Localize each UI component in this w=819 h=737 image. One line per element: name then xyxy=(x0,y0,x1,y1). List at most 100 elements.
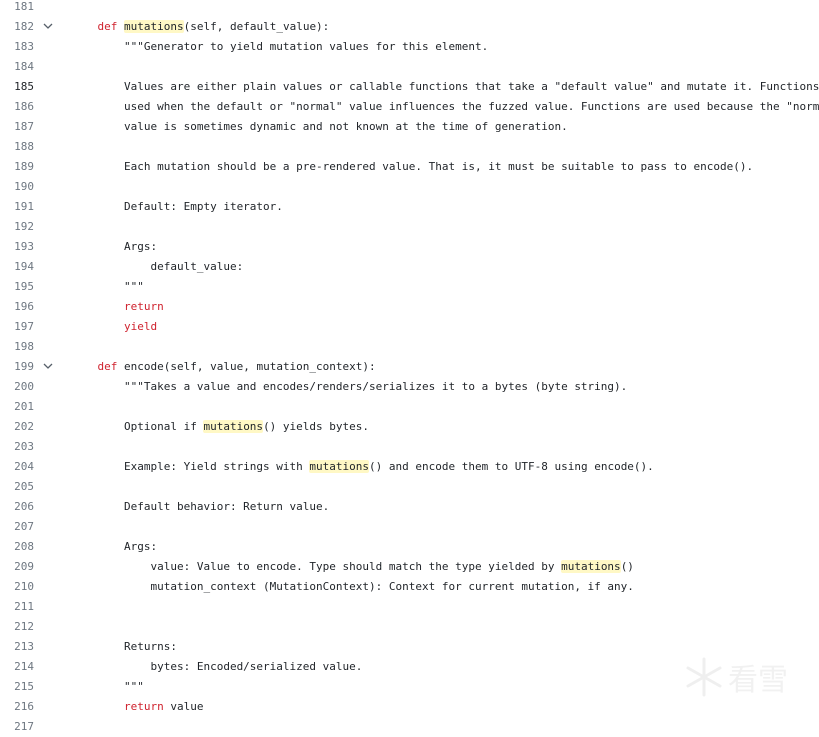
code-token: Values are either plain values or callab… xyxy=(71,80,819,93)
code-line: 203 xyxy=(0,437,819,457)
code-text: Default: Empty iterator. xyxy=(71,197,819,217)
code-line: 196 return xyxy=(0,297,819,317)
line-number[interactable]: 204 xyxy=(0,457,34,477)
code-text: Args: xyxy=(71,237,819,257)
line-number[interactable]: 190 xyxy=(0,177,34,197)
code-line: 192 xyxy=(0,217,819,237)
code-token: Default behavior: Return value. xyxy=(71,500,330,513)
code-text: Example: Yield strings with mutations() … xyxy=(71,457,819,477)
code-line: 204 Example: Yield strings with mutation… xyxy=(0,457,819,477)
code-line: 183 """Generator to yield mutation value… xyxy=(0,37,819,57)
line-number[interactable]: 217 xyxy=(0,717,34,737)
code-text: def encode(self, value, mutation_context… xyxy=(71,357,819,377)
code-token: Args: xyxy=(71,540,158,553)
code-text: yield xyxy=(71,317,819,337)
code-line: 188 xyxy=(0,137,819,157)
code-text: default_value: xyxy=(71,257,819,277)
line-number[interactable]: 210 xyxy=(0,577,34,597)
line-number[interactable]: 207 xyxy=(0,517,34,537)
code-line: 199 def encode(self, value, mutation_con… xyxy=(0,357,819,377)
line-number[interactable]: 212 xyxy=(0,617,34,637)
code-line: 213 Returns: xyxy=(0,637,819,657)
line-number[interactable]: 195 xyxy=(0,277,34,297)
fold-chevron-down-icon[interactable] xyxy=(43,357,55,377)
code-token: Returns: xyxy=(71,640,177,653)
line-number[interactable]: 202 xyxy=(0,417,34,437)
keyword-token: yield xyxy=(123,320,158,333)
line-number[interactable]: 203 xyxy=(0,437,34,457)
line-number[interactable]: 205 xyxy=(0,477,34,497)
code-line: 181 xyxy=(0,0,819,17)
line-number[interactable]: 186 xyxy=(0,97,34,117)
line-number[interactable]: 215 xyxy=(0,677,34,697)
line-number[interactable]: 216 xyxy=(0,697,34,717)
highlighted-match: mutations xyxy=(124,20,184,33)
code-token: value xyxy=(163,700,204,713)
line-number[interactable]: 183 xyxy=(0,37,34,57)
code-line: 198 xyxy=(0,337,819,357)
code-text: Returns: xyxy=(71,637,819,657)
line-number[interactable]: 188 xyxy=(0,137,34,157)
line-number[interactable]: 199 xyxy=(0,357,34,377)
code-token: mutation_context (MutationContext): Cont… xyxy=(71,580,634,593)
code-text: used when the default or "normal" value … xyxy=(71,97,819,117)
code-line: 189 Each mutation should be a pre-render… xyxy=(0,157,819,177)
line-number[interactable]: 193 xyxy=(0,237,34,257)
line-number[interactable]: 214 xyxy=(0,657,34,677)
line-number[interactable]: 191 xyxy=(0,197,34,217)
code-token: () and encode them to UTF-8 using encode… xyxy=(369,460,654,473)
code-text: Each mutation should be a pre-rendered v… xyxy=(71,157,819,177)
line-number[interactable]: 209 xyxy=(0,557,34,577)
code-token: bytes: Encoded/serialized value. xyxy=(71,660,363,673)
code-text: """Takes a value and encodes/renders/ser… xyxy=(71,377,819,397)
line-number[interactable]: 198 xyxy=(0,337,34,357)
code-token: value is sometimes dynamic and not known… xyxy=(71,120,568,133)
line-number[interactable]: 201 xyxy=(0,397,34,417)
code-line: 206 Default behavior: Return value. xyxy=(0,497,819,517)
code-line: 205 xyxy=(0,477,819,497)
code-line: 184 xyxy=(0,57,819,77)
code-line: 201 xyxy=(0,397,819,417)
line-number[interactable]: 211 xyxy=(0,597,34,617)
snowflake-icon: 看雪 xyxy=(686,657,788,698)
line-number[interactable]: 192 xyxy=(0,217,34,237)
code-line: 193 Args: xyxy=(0,237,819,257)
code-token: Example: Yield strings with xyxy=(71,460,310,473)
code-line: 208 Args: xyxy=(0,537,819,557)
code-line: 212 xyxy=(0,617,819,637)
line-number[interactable]: 185 xyxy=(0,77,34,97)
line-number[interactable]: 197 xyxy=(0,317,34,337)
code-text: value: Value to encode. Type should matc… xyxy=(71,557,819,577)
code-text: Values are either plain values or callab… xyxy=(71,77,819,97)
line-number[interactable]: 189 xyxy=(0,157,34,177)
line-number[interactable]: 200 xyxy=(0,377,34,397)
code-token: Each mutation should be a pre-rendered v… xyxy=(71,160,754,173)
code-view: 181 182 def mutations(self, default_value… xyxy=(0,0,819,737)
line-number[interactable]: 196 xyxy=(0,297,34,317)
line-number[interactable]: 208 xyxy=(0,537,34,557)
code-text: mutation_context (MutationContext): Cont… xyxy=(71,577,819,597)
line-number[interactable]: 182 xyxy=(0,17,34,37)
line-number[interactable]: 213 xyxy=(0,637,34,657)
keyword-token: return xyxy=(123,300,164,313)
keyword-token: return xyxy=(123,700,164,713)
code-text: return value xyxy=(71,697,819,717)
code-token: encode(self, value, mutation_context): xyxy=(117,360,376,373)
line-number[interactable]: 181 xyxy=(0,0,34,17)
code-text: """ xyxy=(71,277,819,297)
keyword-token: def xyxy=(97,360,118,373)
code-line: 216 return value xyxy=(0,697,819,717)
line-number[interactable]: 194 xyxy=(0,257,34,277)
code-line: 202 Optional if mutations() yields bytes… xyxy=(0,417,819,437)
line-number[interactable]: 184 xyxy=(0,57,34,77)
highlighted-match: mutations xyxy=(309,460,370,473)
code-line: 207 xyxy=(0,517,819,537)
fold-chevron-down-icon[interactable] xyxy=(43,17,55,37)
line-number[interactable]: 206 xyxy=(0,497,34,517)
code-line: 186 used when the default or "normal" va… xyxy=(0,97,819,117)
line-number[interactable]: 187 xyxy=(0,117,34,137)
code-token: () xyxy=(620,560,634,573)
